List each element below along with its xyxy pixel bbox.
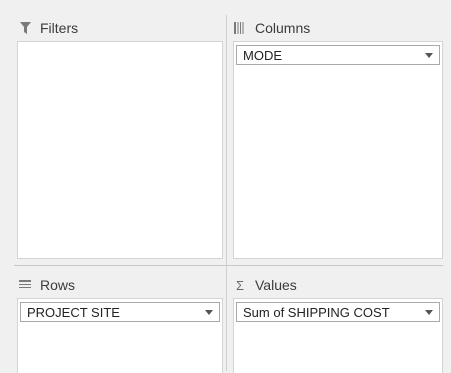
horizontal-divider	[14, 265, 443, 266]
chevron-down-icon[interactable]	[425, 52, 433, 58]
rows-title: Rows	[40, 277, 76, 293]
sigma-icon: Σ	[235, 277, 245, 293]
columns-header: Columns	[229, 15, 443, 41]
pivot-field-areas: Filters Columns MODE Rows PROJECT SITE Σ…	[0, 0, 451, 373]
field-chip-sum-shipping-cost[interactable]: Sum of SHIPPING COST	[236, 302, 440, 322]
values-area: Σ Values Sum of SHIPPING COST	[229, 272, 443, 373]
rows-header: Rows	[14, 272, 223, 298]
filters-drop-zone[interactable]	[17, 41, 223, 259]
field-chip-label: Sum of SHIPPING COST	[243, 304, 390, 320]
values-header: Σ Values	[229, 272, 443, 298]
columns-drop-zone[interactable]: MODE	[233, 41, 443, 259]
chevron-down-icon[interactable]	[205, 309, 213, 315]
filters-title: Filters	[40, 20, 79, 36]
rows-drop-zone[interactable]: PROJECT SITE	[17, 298, 223, 373]
vertical-divider	[226, 15, 227, 371]
values-title: Values	[255, 277, 297, 293]
filters-area: Filters	[14, 15, 223, 259]
field-chip-mode[interactable]: MODE	[236, 45, 440, 65]
rows-area: Rows PROJECT SITE	[14, 272, 223, 373]
columns-title: Columns	[255, 20, 311, 36]
columns-icon	[233, 21, 247, 35]
field-chip-project-site[interactable]: PROJECT SITE	[20, 302, 220, 322]
values-drop-zone[interactable]: Sum of SHIPPING COST	[233, 298, 443, 373]
columns-area: Columns MODE	[229, 15, 443, 259]
filter-icon	[18, 21, 32, 35]
chevron-down-icon[interactable]	[425, 309, 433, 315]
rows-icon	[18, 278, 32, 292]
field-chip-label: PROJECT SITE	[27, 304, 120, 320]
filters-header: Filters	[14, 15, 223, 41]
field-chip-label: MODE	[243, 47, 282, 63]
